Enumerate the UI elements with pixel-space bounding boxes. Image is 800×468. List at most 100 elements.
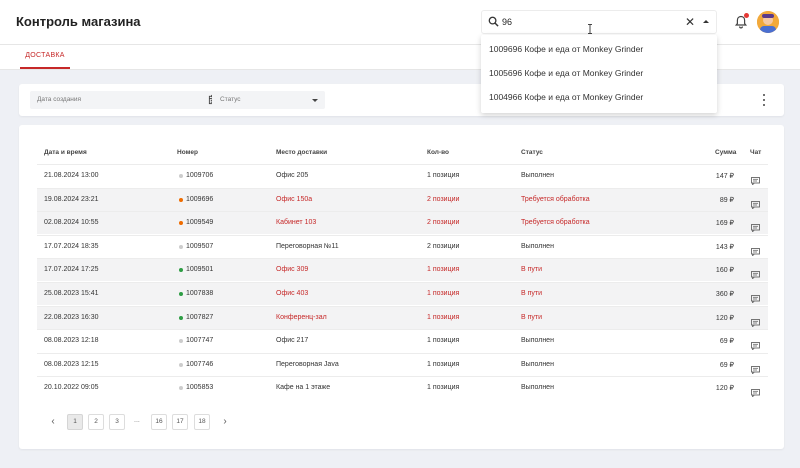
cell-datetime: 19.08.2024 23:21 <box>44 195 99 203</box>
chevron-down-icon <box>312 99 318 102</box>
page-button[interactable]: 3 <box>109 414 125 430</box>
cell-status: Выполнен <box>521 360 554 368</box>
search-field[interactable]: 96 ✕ <box>481 10 717 34</box>
cell-status: Выполнен <box>521 384 554 392</box>
header-number[interactable]: Номер <box>177 149 198 156</box>
cell-sum: 120 ₽ <box>715 385 734 393</box>
app-title: Контроль магазина <box>16 14 141 29</box>
table-row[interactable]: 21.08.2024 13:00 1009706 Офис 205 1 позиция… <box>37 164 768 187</box>
cell-number[interactable]: 1005853 <box>186 384 213 391</box>
notification-badge <box>744 13 749 18</box>
cell-qty: 1 позиция <box>427 360 460 368</box>
cell-number[interactable]: 1009706 <box>186 172 213 179</box>
cell-number[interactable]: 1009549 <box>186 219 213 226</box>
cell-status: Выполнен <box>521 172 554 179</box>
cell-place: Офис 150а <box>276 195 313 203</box>
cell-number[interactable]: 1007747 <box>186 337 213 344</box>
table-row[interactable]: 08.08.2023 12:15 1007746 Переговорная Java… <box>37 352 768 376</box>
status-dot <box>179 174 183 178</box>
cell-datetime: 25.08.2023 15:41 <box>44 290 99 297</box>
header-chat: Чат <box>750 149 762 156</box>
status-dot <box>179 386 183 391</box>
orders-table: Дата и время Номер Место доставки Кол-во… <box>19 125 784 449</box>
cell-datetime: 08.08.2023 12:15 <box>44 360 99 368</box>
clear-search-icon[interactable]: ✕ <box>685 14 695 30</box>
cell-place: Кафе на 1 этаже <box>276 384 331 392</box>
status-dot <box>179 268 183 273</box>
table-row[interactable]: 17.07.2024 17:25 1009501 Офис 309 1 позиция… <box>37 258 768 282</box>
table-row[interactable]: 25.08.2023 15:41 1007838 Офис 403 1 позиция… <box>37 282 768 305</box>
cell-datetime: 20.10.2022 09:05 <box>44 384 99 392</box>
suggestion-item[interactable]: 1004966 Кофе и еда от Monkey Grinder <box>489 92 643 102</box>
status-dot <box>179 315 183 320</box>
cell-datetime: 02.08.2024 10:55 <box>44 219 99 227</box>
search-input[interactable]: 96 <box>502 17 512 27</box>
status-dot <box>179 244 183 249</box>
prev-page-button[interactable]: ‹ <box>46 414 60 430</box>
header-sum[interactable]: Сумма <box>715 149 736 156</box>
cell-sum: 69 ₽ <box>719 361 734 369</box>
cell-datetime: 22.08.2023 16:30 <box>44 313 99 321</box>
cell-number[interactable]: 1009507 <box>186 243 213 250</box>
page-button[interactable]: 18 <box>194 414 210 430</box>
cell-place: Офис 217 <box>276 337 309 345</box>
cell-sum: 69 ₽ <box>719 338 734 346</box>
cell-number[interactable]: 1007838 <box>186 290 213 297</box>
cell-sum: 147 ₽ <box>715 173 734 180</box>
table-row[interactable]: 02.08.2024 10:55 1009549 Кабинет 103 2 пози… <box>37 211 768 235</box>
cell-number[interactable]: 1009501 <box>186 266 213 273</box>
header-place[interactable]: Место доставки <box>276 149 327 156</box>
cell-qty: 1 позиция <box>427 172 460 179</box>
page-button[interactable]: 2 <box>88 414 104 430</box>
header-qty[interactable]: Кол-во <box>427 149 449 156</box>
status-dot <box>179 221 183 226</box>
cell-number[interactable]: 1007746 <box>186 361 213 368</box>
next-page-button[interactable]: › <box>218 414 232 430</box>
cell-sum: 143 ₽ <box>715 243 734 251</box>
date-created-field[interactable]: Дата создания <box>30 91 225 109</box>
cell-place: Конференц-зал <box>276 313 327 321</box>
cell-status: Выполнен <box>521 242 554 250</box>
status-select[interactable]: Статус <box>212 91 325 109</box>
cell-status: Требуется обработка <box>521 219 590 227</box>
suggestion-item[interactable]: 1005696 Кофе и еда от Monkey Grinder <box>489 68 643 78</box>
status-dot <box>179 292 183 296</box>
more-options-icon[interactable] <box>761 94 767 106</box>
cell-status: Требуется обработка <box>521 195 590 203</box>
cell-qty: 1 позиция <box>427 313 460 321</box>
cell-status: Выполнен <box>521 337 554 345</box>
table-row[interactable]: 20.10.2022 09:05 1005853 Кафе на 1 этаже 1 … <box>37 376 768 399</box>
user-avatar[interactable] <box>757 11 779 33</box>
cell-qty: 1 позиция <box>427 384 460 392</box>
cell-place: Офис 205 <box>276 172 309 179</box>
cell-datetime: 17.07.2024 17:25 <box>44 266 99 274</box>
cell-datetime: 17.07.2024 18:35 <box>44 242 99 250</box>
header-status[interactable]: Статус <box>521 149 543 156</box>
cell-qty: 1 позиция <box>427 266 460 274</box>
header-datetime[interactable]: Дата и время <box>44 149 87 156</box>
cell-sum: 169 ₽ <box>715 220 734 228</box>
tab-delivery[interactable]: ДОСТАВКА <box>20 45 70 69</box>
pagination-ellipsis: ... <box>134 417 140 424</box>
status-dot <box>179 339 183 344</box>
table-row[interactable]: 08.08.2023 12:18 1007747 Офис 217 1 позиция… <box>37 329 768 352</box>
collapse-dropdown-icon[interactable] <box>703 20 709 23</box>
status-dot <box>179 362 183 367</box>
cell-sum: 160 ₽ <box>715 267 734 275</box>
cell-number[interactable]: 1009696 <box>186 196 213 203</box>
chat-icon[interactable] <box>751 384 760 402</box>
suggestion-item[interactable]: 1009696 Кофе и еда от Monkey Grinder <box>489 44 643 54</box>
cell-qty: 2 позиции <box>427 195 460 203</box>
search-suggestions: 1009696 Кофе и еда от Monkey Grinder 100… <box>481 35 717 113</box>
cell-sum: 120 ₽ <box>715 314 734 322</box>
page-button[interactable]: 16 <box>151 414 167 430</box>
cell-number[interactable]: 1007827 <box>186 314 213 321</box>
page-button[interactable]: 1 <box>67 414 83 430</box>
table-row[interactable]: 19.08.2024 23:21 1009696 Офис 150а 2 позици… <box>37 187 768 211</box>
table-row[interactable]: 17.07.2024 18:35 1009507 Переговорная №11 2… <box>37 234 768 258</box>
cell-place: Офис 309 <box>276 266 309 274</box>
page-button[interactable]: 17 <box>172 414 188 430</box>
cell-status: В пути <box>521 266 543 274</box>
cell-datetime: 08.08.2023 12:18 <box>44 337 99 345</box>
table-row[interactable]: 22.08.2023 16:30 1007827 Конференц-зал 1 по… <box>37 305 768 329</box>
